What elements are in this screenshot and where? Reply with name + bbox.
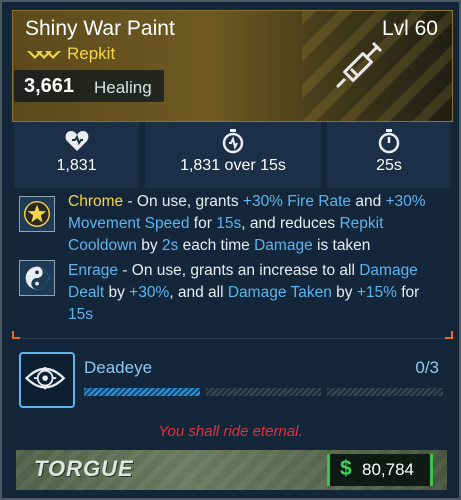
perk-text-segment: for	[396, 284, 420, 301]
rarity-chevrons-icon	[27, 51, 61, 59]
enrage-yinyang-icon	[19, 260, 55, 296]
perk-text-segment: +30%	[129, 284, 170, 301]
heart-icon	[65, 131, 88, 151]
timer-heal-icon	[222, 129, 244, 154]
dollar-icon: $	[340, 457, 352, 480]
item-card: Shiny War Paint Lvl 60 Repkit 3,661 Heal…	[0, 0, 461, 500]
perk-text-segment: +30% Fire Rate	[242, 193, 352, 210]
section-divider	[16, 338, 449, 339]
challenge-progress: 0/3	[415, 358, 439, 377]
progress-segment	[205, 388, 322, 396]
stats-row: 1,831 1,831 over 15s 25s	[14, 122, 451, 188]
perk-text-segment: 15s	[216, 215, 242, 232]
perk-text-segment: Damage	[254, 237, 313, 254]
perk-text-segment: - On use, grants an increase to all	[117, 262, 360, 279]
divider-corner-right	[445, 331, 453, 339]
perk-text-segment: 2s	[161, 237, 179, 254]
stat-value: 1,831 over 15s	[180, 157, 286, 174]
flavor-text: You shall ride eternal.	[158, 423, 303, 440]
perk-text-segment: by	[331, 284, 357, 301]
perk-chrome-description: Chrome - On use, grants +30% Fire Rate a…	[68, 191, 448, 257]
item-level: Lvl 60	[381, 17, 438, 40]
progress-segment	[327, 388, 443, 396]
manufacturer-logo: TORGUE	[34, 456, 134, 481]
stat-cell-cooldown: 25s	[327, 122, 451, 188]
stopwatch-icon	[378, 129, 400, 154]
perk-text-segment: by	[136, 237, 162, 254]
stat-cell-heal-over-time: 1,831 over 15s	[145, 122, 321, 188]
progress-segment	[84, 388, 200, 396]
perk-text-segment: Damage Taken	[227, 284, 332, 301]
item-footer: TORGUE $ 80,784	[16, 450, 447, 490]
perk-text-segment: Chrome	[68, 193, 124, 210]
stat-cell-heal: 1,831	[14, 122, 139, 188]
perk-text-segment: and	[351, 193, 386, 210]
divider-corner-left	[12, 331, 20, 339]
item-type: Repkit	[67, 44, 116, 63]
perk-text-segment: for	[189, 215, 217, 232]
perk-text-segment: +15%	[356, 284, 397, 301]
perk-text-segment: 15s	[68, 306, 93, 323]
challenge-name: Deadeye	[84, 358, 153, 377]
primary-stat-label: Healing	[94, 78, 152, 97]
perk-text-segment: each time	[178, 237, 255, 254]
chrome-star-icon	[19, 196, 55, 232]
price-value: 80,784	[362, 460, 414, 479]
item-name: Shiny War Paint	[25, 17, 175, 40]
item-header: Shiny War Paint Lvl 60 Repkit	[12, 10, 453, 122]
perk-enrage-description: Enrage - On use, grants an increase to a…	[68, 260, 448, 326]
primary-stat-value: 3,661	[24, 75, 75, 97]
stat-value: 25s	[376, 157, 402, 174]
perk-text-segment: - On use, grants	[123, 193, 243, 210]
stat-value: 1,831	[56, 157, 97, 174]
perk-text-segment: , and reduces	[241, 215, 340, 232]
deadeye-eye-icon	[19, 352, 75, 408]
perk-text-segment: Enrage	[68, 262, 118, 279]
perk-text-segment: by	[104, 284, 130, 301]
syringe-icon	[335, 41, 383, 89]
perk-text-segment: , and all	[169, 284, 228, 301]
perk-text-segment: is taken	[312, 237, 371, 254]
price-box: $ 80,784	[327, 454, 433, 486]
